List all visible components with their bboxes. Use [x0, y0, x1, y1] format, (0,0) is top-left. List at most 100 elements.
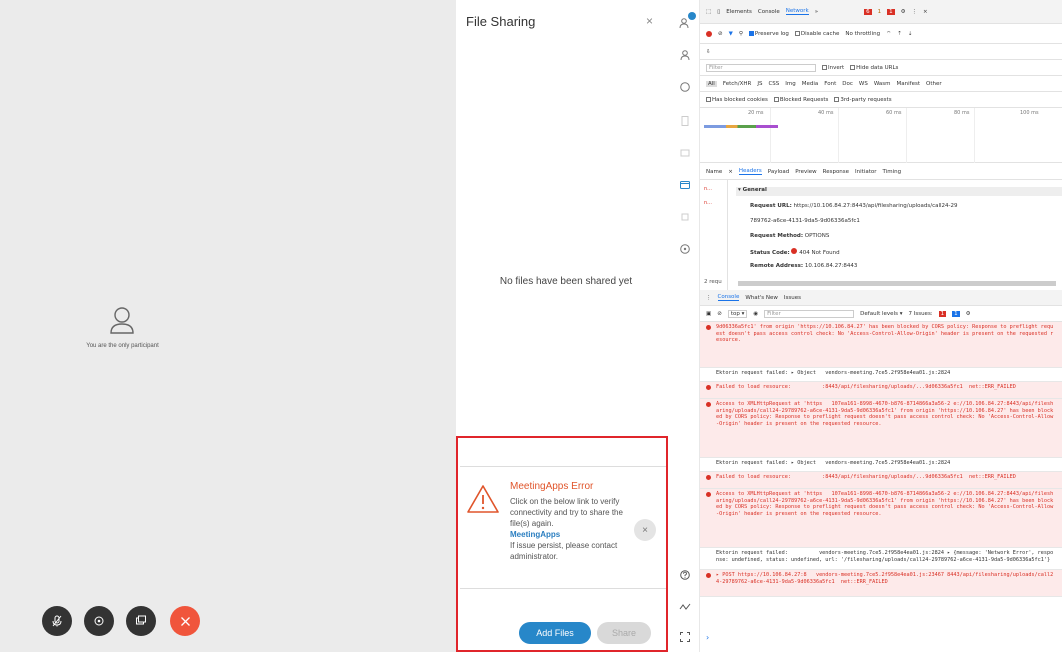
general-section-header[interactable]: ▾ General: [736, 187, 1062, 196]
sidebar-toggle-icon[interactable]: ▣: [706, 311, 711, 317]
type-fetch[interactable]: Fetch/XHR: [723, 81, 752, 87]
tab-initiator[interactable]: Initiator: [855, 169, 876, 175]
video-button[interactable]: [84, 606, 114, 636]
share-button[interactable]: [126, 606, 156, 636]
clear-console-icon[interactable]: ⊘: [717, 311, 722, 317]
download-icon[interactable]: ⇣: [908, 31, 913, 37]
error-count-badge[interactable]: 6: [864, 8, 872, 15]
type-all[interactable]: All: [706, 80, 717, 87]
request-item[interactable]: n...: [702, 200, 726, 210]
context-select[interactable]: top ▾: [727, 309, 748, 318]
filter-icon[interactable]: ▼: [729, 31, 733, 37]
meetingapps-link[interactable]: MeetingApps: [510, 529, 628, 540]
chat-icon[interactable]: [678, 80, 692, 94]
document-icon[interactable]: [678, 114, 692, 128]
console-filter-input[interactable]: Filter: [764, 309, 855, 318]
tab-console[interactable]: Console: [758, 9, 780, 15]
tab-elements[interactable]: Elements: [726, 9, 752, 15]
timeline-label: 100 ms: [1020, 110, 1039, 116]
type-wasm[interactable]: Wasm: [874, 81, 891, 87]
type-other[interactable]: Other: [926, 81, 942, 87]
type-img[interactable]: Img: [785, 81, 795, 87]
tab-timing[interactable]: Timing: [883, 169, 902, 175]
help-icon[interactable]: [678, 568, 692, 582]
network-filter-input[interactable]: Filter: [706, 63, 816, 72]
only-participant-text: You are the only participant: [86, 343, 159, 349]
drawer-tab-console[interactable]: Console: [717, 294, 740, 301]
log-levels-select[interactable]: Default levels ▾: [860, 311, 902, 317]
blocked-cookies-checkbox[interactable]: Has blocked cookies: [706, 96, 768, 103]
request-method-value: OPTIONS: [804, 233, 830, 239]
timeline-label: 40 ms: [818, 110, 834, 116]
kebab-menu-icon[interactable]: ⋮: [912, 9, 918, 15]
type-js[interactable]: JS: [757, 81, 762, 87]
close-icon[interactable]: ×: [923, 9, 928, 15]
preserve-log-checkbox[interactable]: Preserve log: [748, 30, 789, 37]
wifi-icon[interactable]: ⌔: [886, 30, 891, 37]
type-css[interactable]: CSS: [768, 81, 779, 87]
clear-icon[interactable]: ⊘: [718, 31, 723, 37]
gear-icon[interactable]: ⚙: [966, 311, 971, 317]
horizontal-scrollbar[interactable]: [738, 281, 1056, 286]
console-log-message: Ektorin request failed: vendors-meeting.…: [700, 548, 1062, 570]
throttling-select[interactable]: No throttling: [845, 31, 880, 37]
disable-cache-checkbox[interactable]: Disable cache: [794, 30, 839, 37]
record-icon[interactable]: [706, 30, 712, 37]
blocked-requests-checkbox[interactable]: Blocked Requests: [773, 96, 828, 103]
request-item[interactable]: n...: [702, 186, 726, 196]
issues-info-badge[interactable]: 1: [952, 310, 960, 317]
type-doc[interactable]: Doc: [842, 81, 853, 87]
inspect-icon[interactable]: ⬚: [706, 9, 711, 15]
close-detail[interactable]: ×: [728, 169, 733, 175]
name-column[interactable]: Name: [706, 169, 722, 175]
hide-data-urls-checkbox[interactable]: Hide data URLs: [850, 64, 899, 71]
tab-payload[interactable]: Payload: [768, 169, 789, 175]
console-error-message: Access to XMLHttpRequest at 'https 107ea…: [700, 489, 1062, 548]
console-prompt[interactable]: ›: [706, 633, 709, 642]
type-media[interactable]: Media: [802, 81, 819, 87]
invert-checkbox[interactable]: Invert: [822, 64, 844, 71]
network-toolbar: ⊘ ▼ ⚲ Preserve log Disable cache No thro…: [700, 24, 1062, 44]
issues-error-badge[interactable]: 1: [938, 310, 947, 317]
end-call-icon: [180, 616, 190, 626]
whiteboard-icon[interactable]: [678, 146, 692, 160]
drawer-tab-whats-new[interactable]: What's New: [745, 295, 778, 301]
issues-count[interactable]: 7 Issues:: [908, 311, 932, 317]
type-manifest[interactable]: Manifest: [897, 81, 920, 87]
end-call-button[interactable]: [170, 606, 200, 636]
request-count: 2 requ: [704, 279, 722, 285]
dismiss-error-button[interactable]: ×: [634, 519, 656, 541]
add-files-button[interactable]: Add Files: [519, 622, 591, 644]
tab-network[interactable]: Network: [785, 8, 809, 15]
info-icon[interactable]: [678, 242, 692, 256]
tab-preview[interactable]: Preview: [795, 169, 816, 175]
fullscreen-icon[interactable]: [678, 630, 692, 644]
apps-icon[interactable]: [678, 210, 692, 224]
upload-icon[interactable]: ⇡: [897, 31, 902, 37]
console-log-message: Ektorin request failed: ▸ Object vendors…: [700, 458, 1062, 472]
drawer-tab-issues[interactable]: Issues: [784, 295, 801, 301]
signal-icon[interactable]: [678, 600, 692, 614]
mute-button[interactable]: [42, 606, 72, 636]
hide-data-urls-label: Hide data URLs: [856, 64, 899, 71]
export-icon[interactable]: ⇩: [706, 49, 711, 55]
third-party-checkbox[interactable]: 3rd-party requests: [834, 96, 892, 103]
type-ws[interactable]: WS: [859, 81, 868, 87]
eye-icon[interactable]: ◉: [753, 311, 758, 317]
drawer-menu-icon[interactable]: ⋮: [706, 295, 712, 301]
console-error-message: Failed to load resource: :8443/api/files…: [700, 382, 1062, 399]
device-icon[interactable]: ▯: [717, 9, 720, 15]
network-overview-timeline[interactable]: 20 ms 40 ms 60 ms 80 ms 100 ms: [700, 108, 1062, 163]
gear-icon[interactable]: ⚙: [901, 9, 906, 15]
file-sharing-icon[interactable]: [678, 178, 692, 192]
close-icon[interactable]: ×: [646, 14, 658, 28]
message-count-badge[interactable]: 1: [887, 8, 895, 15]
more-tabs[interactable]: »: [815, 9, 818, 15]
tab-response[interactable]: Response: [823, 169, 849, 175]
search-icon[interactable]: ⚲: [739, 31, 743, 37]
tab-headers[interactable]: Headers: [738, 168, 762, 175]
type-font[interactable]: Font: [824, 81, 836, 87]
warning-count-badge[interactable]: 1: [878, 9, 882, 15]
divider: [460, 588, 666, 589]
person-icon[interactable]: [678, 48, 692, 62]
